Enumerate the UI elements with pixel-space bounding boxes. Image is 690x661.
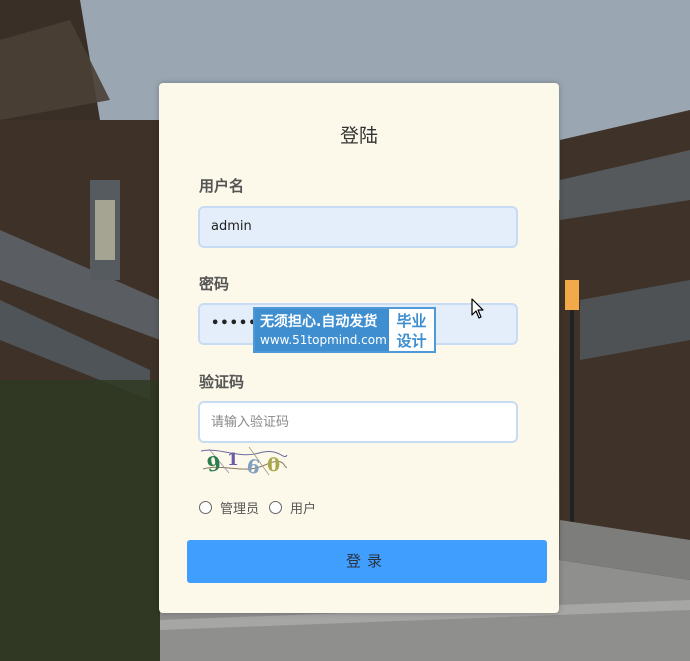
radio-admin-label[interactable]: 管理员 — [220, 498, 259, 517]
svg-text:1: 1 — [227, 450, 239, 470]
watermark-line1: 无须担心.自动发货 — [260, 314, 378, 330]
watermark-side-line1: 毕业 — [396, 312, 427, 330]
password-label: 密码 — [199, 275, 230, 293]
radio-admin[interactable] — [199, 501, 212, 514]
watermark-side: 毕业 设计 — [389, 309, 434, 351]
radio-user-label[interactable]: 用户 — [290, 498, 316, 517]
radio-user[interactable] — [269, 501, 283, 514]
login-title: 登陆 — [339, 125, 378, 147]
watermark-banner: 无须担心.自动发货 www.51topmind.com 毕业 设计 — [253, 307, 436, 353]
captcha-image[interactable]: 9 1 6 0 — [199, 445, 289, 479]
login-button[interactable]: 登录 — [187, 540, 547, 583]
username-input[interactable]: admin — [198, 206, 518, 248]
svg-text:9: 9 — [205, 451, 222, 477]
watermark-side-line2: 设计 — [396, 332, 427, 350]
watermark-main: 无须担心.自动发货 www.51topmind.com — [255, 309, 389, 351]
svg-text:6: 6 — [245, 455, 262, 477]
watermark-line2: www.51topmind.com — [260, 333, 387, 347]
svg-text:0: 0 — [267, 454, 280, 476]
captcha-label: 验证码 — [199, 373, 245, 391]
username-label: 用户名 — [199, 177, 245, 195]
captcha-input[interactable] — [198, 401, 518, 443]
role-selector: 管理员 用户 — [199, 498, 326, 517]
mouse-cursor-icon — [471, 298, 485, 324]
